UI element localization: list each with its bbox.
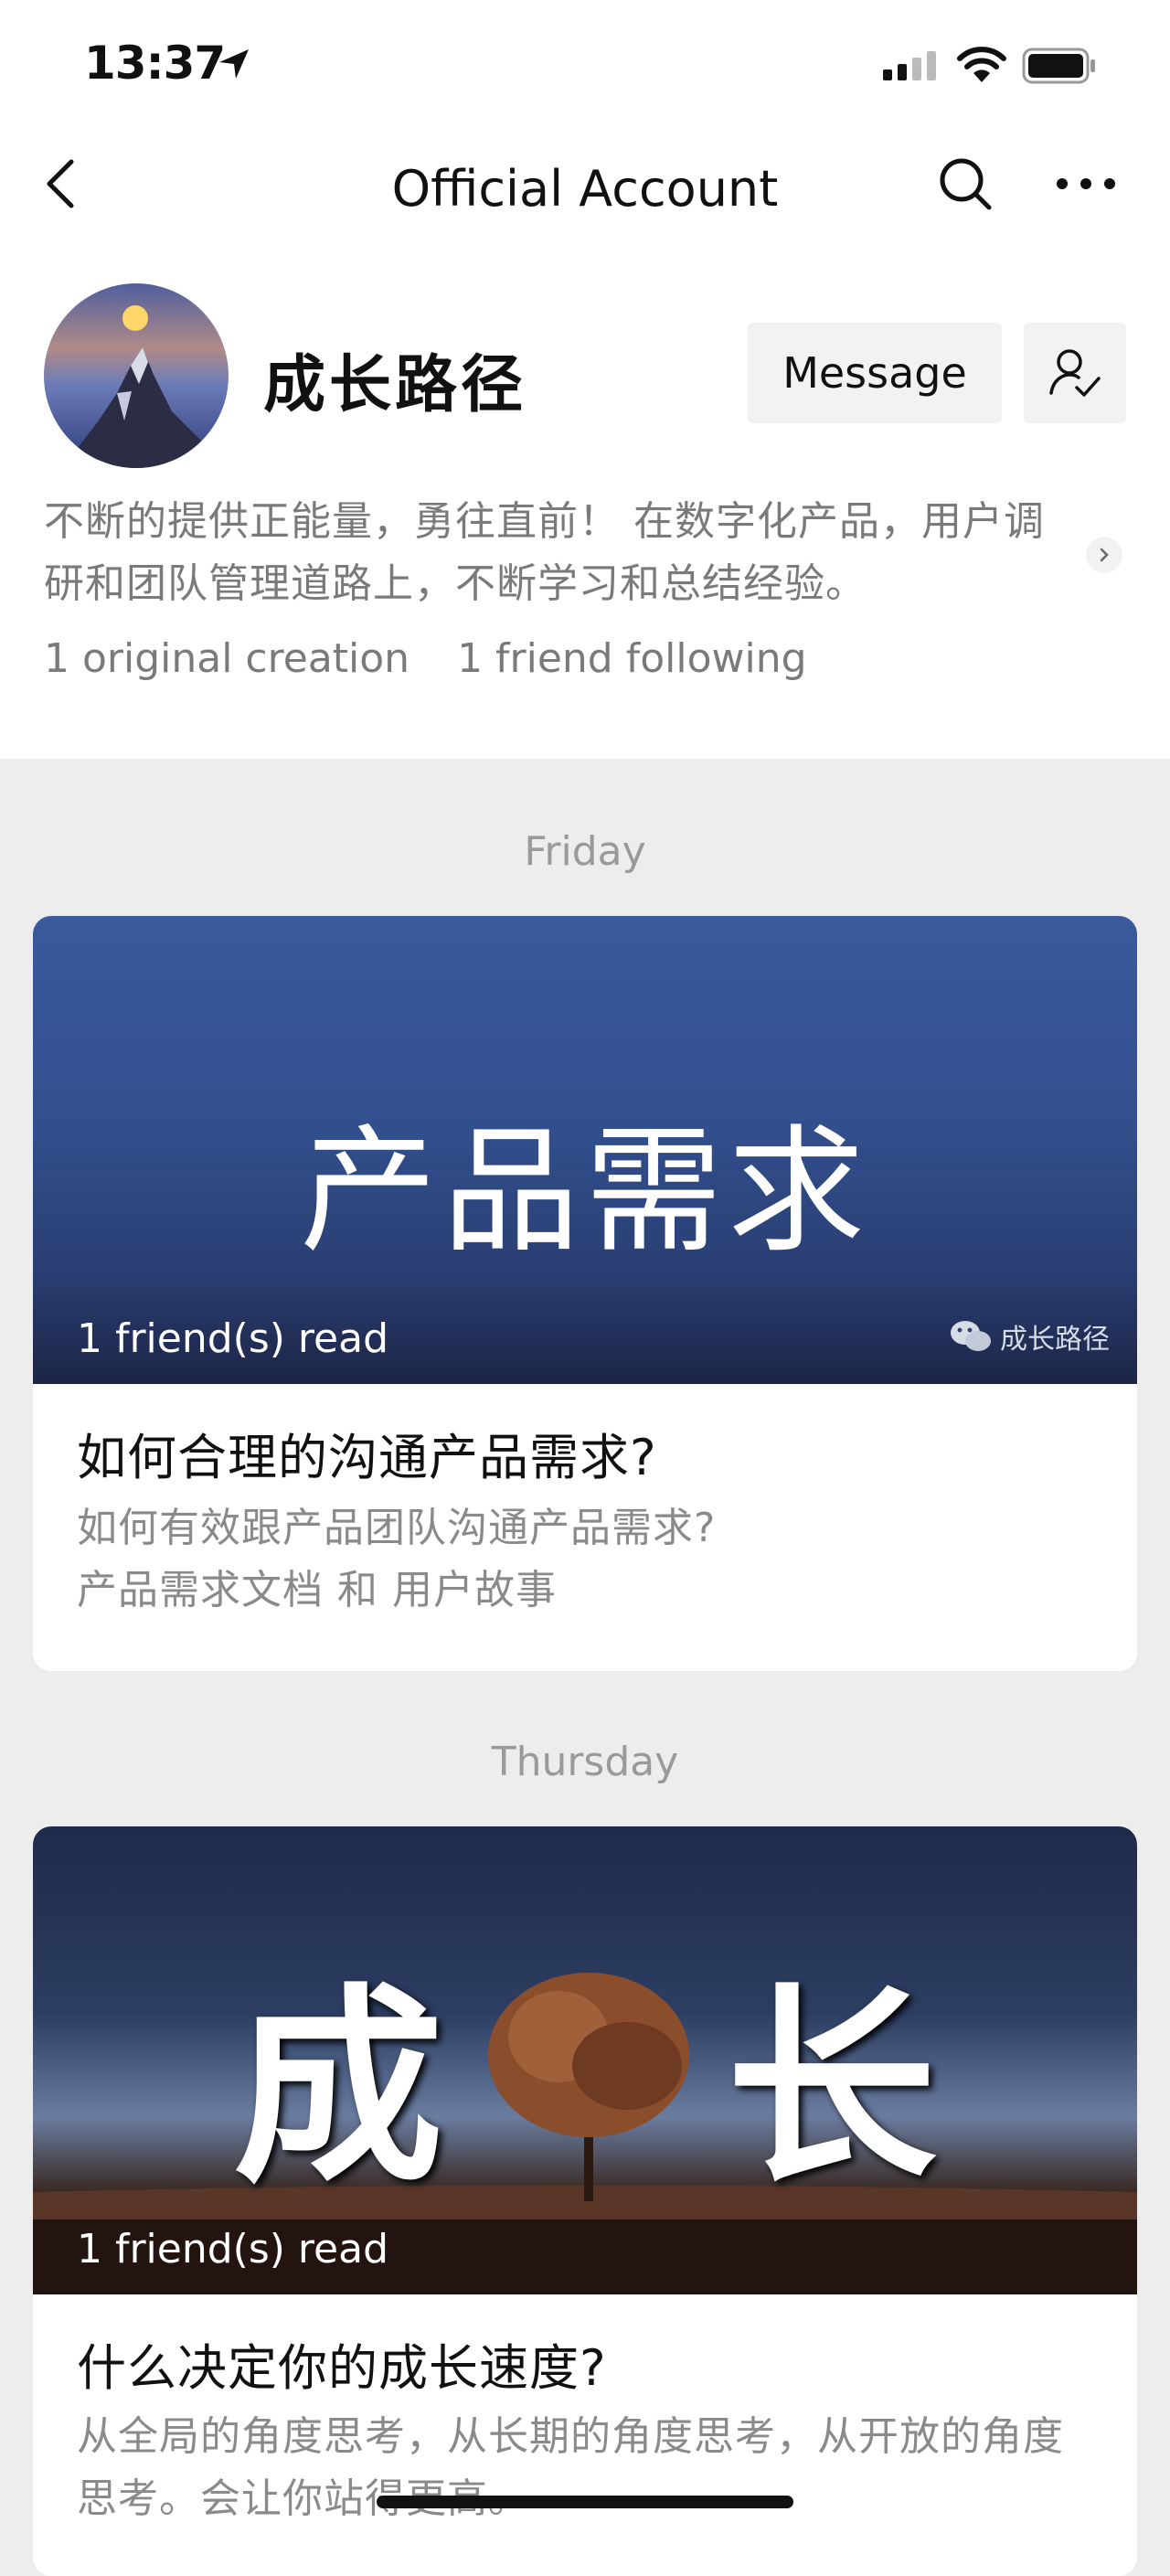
signal-icon bbox=[883, 51, 936, 80]
article-card[interactable]: 成 长 1 friend(s) read 什么决定你的成长速度? 从全局的角度思… bbox=[33, 1826, 1137, 2576]
account-bio: 不断的提供正能量，勇往直前！ 在数字化产品，用户调研和团队管理道路上，不断学习和… bbox=[44, 498, 1045, 607]
date-label: Thursday bbox=[491, 1739, 679, 1785]
status-time: 13:37 bbox=[84, 37, 226, 90]
article-cover[interactable]: 产品需求 1 friend(s) read 成长路径 bbox=[33, 916, 1137, 1384]
article-cover[interactable]: 成 长 1 friend(s) read bbox=[33, 1826, 1137, 2294]
user-check-icon bbox=[1049, 349, 1101, 397]
page-title: Official Account bbox=[391, 160, 779, 218]
search-icon[interactable] bbox=[936, 154, 994, 213]
wifi-icon bbox=[957, 47, 1006, 82]
status-bar: 13:37 bbox=[0, 0, 1170, 133]
chevron-right-icon[interactable] bbox=[1086, 537, 1122, 573]
account-name: 成长路径 bbox=[263, 349, 527, 421]
avatar[interactable] bbox=[44, 283, 229, 468]
article-title: 什么决定你的成长速度? bbox=[77, 2339, 607, 2397]
read-count: 1 friend(s) read bbox=[77, 1315, 388, 1362]
location-arrow-icon bbox=[219, 49, 249, 79]
home-indicator[interactable] bbox=[377, 2496, 793, 2508]
nav-bar: Official Account bbox=[0, 133, 1170, 251]
message-button[interactable]: Message bbox=[748, 323, 1002, 423]
article-desc-line1: 如何有效跟产品团队沟通产品需求? bbox=[77, 1505, 717, 1551]
account-stats: 1 original creation 1 friend following bbox=[44, 635, 807, 682]
battery-icon bbox=[1022, 48, 1095, 84]
article-desc: 从全局的角度思考，从长期的角度思考，从开放的角度思考。会让你站得更高。 bbox=[77, 2413, 1064, 2522]
read-count: 1 friend(s) read bbox=[77, 2226, 388, 2273]
cover-title: 产品需求 bbox=[299, 1112, 870, 1272]
article-title: 如何合理的沟通产品需求? bbox=[77, 1429, 657, 1486]
date-label: Friday bbox=[524, 828, 646, 875]
friend-following[interactable]: 1 friend following bbox=[457, 635, 806, 682]
account-profile: 成长路径 Message 不断的提供正能量，勇往直前！ 在数字化产品，用户调研和… bbox=[0, 251, 1170, 759]
original-count[interactable]: 1 original creation bbox=[44, 635, 410, 682]
more-icon[interactable] bbox=[1053, 154, 1119, 213]
watermark-text: 成长路径 bbox=[1000, 1324, 1110, 1356]
article-desc-line2: 产品需求文档 和 用户故事 bbox=[77, 1567, 557, 1613]
article-card[interactable]: 产品需求 1 friend(s) read 成长路径 如何合理的沟通产品需求? … bbox=[33, 916, 1137, 1671]
wechat-icon bbox=[951, 1321, 991, 1351]
cover-char-right: 长 bbox=[726, 1964, 937, 2211]
follow-button[interactable] bbox=[1024, 323, 1126, 423]
cover-watermark: 成长路径 bbox=[949, 1316, 1110, 1357]
